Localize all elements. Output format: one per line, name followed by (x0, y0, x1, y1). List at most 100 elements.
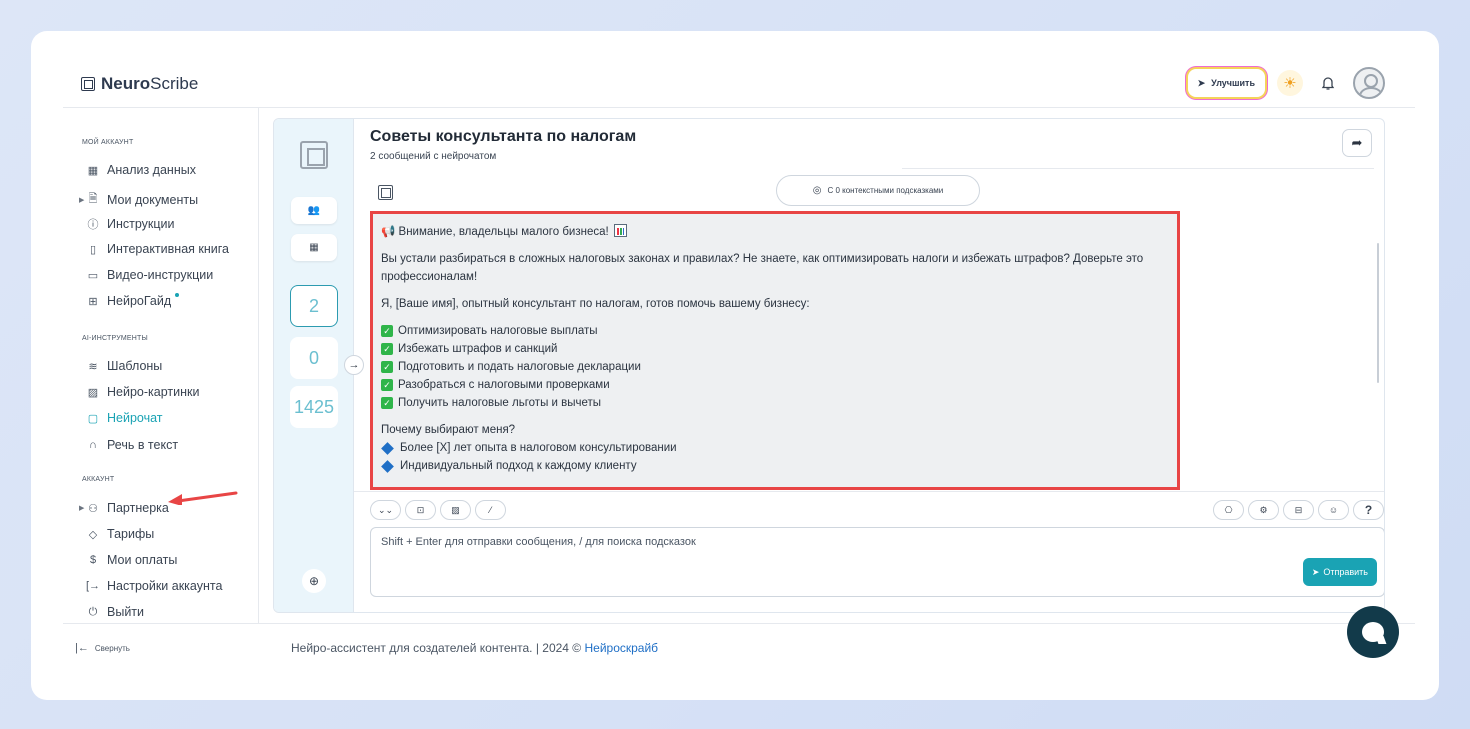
sidebar-item-pricing[interactable]: ◇ Тарифы (86, 527, 154, 541)
help-circle-icon: ⓘ (87, 219, 99, 231)
footer-link[interactable]: Нейроскрайб (584, 641, 658, 655)
sidebar-item-label: Анализ данных (107, 163, 196, 177)
title-divider (902, 168, 1374, 169)
message-input[interactable] (381, 536, 1181, 548)
plugin-icon[interactable]: ⎔ (1213, 500, 1244, 520)
section-ai-tools: AI-ИНСТРУМЕНТЫ (82, 335, 148, 342)
sidebar-item-label: Нейро-картинки (107, 385, 200, 399)
share-icon: ➦ (1351, 135, 1363, 150)
sidebar-item-video-instructions[interactable]: ▭ Видео-инструкции (86, 268, 213, 282)
context-label: С 0 контекстными подсказками (827, 186, 944, 195)
help-icon[interactable]: ? (1353, 500, 1384, 520)
sidebar-item-neurochat[interactable]: ▢ Нейрочат (86, 411, 163, 425)
collapse-down-icon[interactable]: ⌄⌄ (370, 500, 401, 520)
sidebar-item-affiliate[interactable]: ▶ ⚇ Партнерка (79, 501, 169, 515)
image-upload-icon[interactable]: ▨ (440, 500, 471, 520)
sidebar-item-payments[interactable]: $ Мои оплаты (86, 553, 177, 567)
users-rail-button[interactable]: 👥 (291, 197, 337, 224)
zero-count: 0 (290, 337, 338, 379)
share-button[interactable]: ➦ (1342, 129, 1372, 157)
collapse-left-icon: |← (75, 642, 89, 654)
save-icon[interactable]: ⊡ (405, 500, 436, 520)
sidebar-item-label: Настройки аккаунта (107, 579, 223, 593)
bullet-text: Более [X] лет опыта в налоговом консульт… (400, 442, 677, 454)
footer-divider (63, 623, 1415, 624)
sidebar-item-templates[interactable]: ≋ Шаблоны (86, 359, 162, 373)
sidebar-item-label: Интерактивная книга (107, 242, 229, 256)
megaphone-icon: 📢 (381, 226, 396, 238)
grid-icon: ▦ (87, 164, 99, 177)
section-my-account: МОЙ АККАУНТ (82, 139, 134, 146)
new-chat-plus-icon[interactable]: ⊕ (302, 569, 326, 593)
check-item: ✓ Оптимизировать налоговые выплаты (381, 322, 1169, 340)
sidebar-item-label: Мои документы (107, 192, 199, 207)
blue-diamond-icon (381, 459, 394, 473)
upgrade-label: Улучшить (1211, 78, 1255, 88)
layout-icon[interactable]: ⊟ (1283, 500, 1314, 520)
checkmark-icon: ✓ (381, 397, 393, 409)
header-divider (63, 107, 1415, 108)
book-icon: ▯ (89, 243, 97, 256)
sidebar-item-my-documents[interactable]: ▶ 🗎 Мои документы (79, 190, 199, 209)
chat-scrollbar[interactable] (1377, 243, 1379, 383)
context-hints-pill[interactable]: ◎ С 0 контекстными подсказками (776, 175, 980, 206)
logo[interactable]: NeuroScribe (81, 74, 198, 94)
document-icon: 🗎 (88, 193, 98, 205)
robot-icon[interactable]: ☺ (1318, 500, 1349, 520)
upgrade-button[interactable]: ➤ Улучшить (1187, 69, 1265, 97)
sidebar-item-label: Партнерка (107, 501, 169, 515)
sidebar-item-logout[interactable]: ⏻ Выйти (86, 605, 144, 619)
sidebar-item-label: Мои оплаты (107, 553, 178, 567)
settings-login-icon: [→ (86, 580, 101, 592)
palette-icon: ◎ (812, 185, 822, 196)
sidebar-item-speech-to-text[interactable]: ∩ Речь в текст (86, 438, 178, 452)
header-actions: ➤ Улучшить ☀ (1187, 67, 1385, 99)
message-heading: 📢 Внимание, владельцы малого бизнеса! (381, 223, 1169, 241)
guide-icon: ⊞ (88, 295, 98, 308)
magic-wand-icon[interactable]: ⁄ (475, 500, 506, 520)
footer: Нейро-ассистент для создателей контента.… (291, 641, 658, 655)
chat-title: Советы консультанта по налогам (370, 128, 637, 145)
check-text: Разобраться с налоговыми проверками (398, 379, 610, 391)
message-paragraph: Вы устали разбираться в сложных налоговы… (381, 253, 1144, 283)
check-text: Подготовить и подать налоговые деклараци… (398, 361, 641, 373)
sidebar-item-label: Шаблоны (107, 359, 163, 373)
collapse-label: Свернуть (94, 643, 130, 653)
bullet-item: Индивидуальный подход к каждому клиенту (381, 457, 1169, 475)
chat-panel: 👥 ▦ 2 0 1425 ⊕ → Советы консультанта по … (273, 118, 1385, 613)
collapse-sidebar-button[interactable]: |← Свернуть (75, 642, 130, 654)
sidebar-item-label: Видео-инструкции (107, 268, 214, 282)
blue-diamond-icon (381, 441, 394, 455)
user-avatar[interactable] (1353, 67, 1385, 99)
send-button[interactable]: ➤ Отправить (1302, 558, 1377, 586)
chat-icon: ▢ (87, 412, 99, 425)
sidebar-item-account-settings[interactable]: [→ Настройки аккаунта (86, 579, 222, 593)
caret-right-icon: ▶ (79, 505, 85, 512)
app-window: NeuroScribe ➤ Улучшить ☀ МОЙ АККАУНТ ▦ Ан… (31, 31, 1439, 700)
brand-bold: Neuro (101, 74, 151, 93)
theme-toggle-sun-icon[interactable]: ☀ (1277, 70, 1303, 96)
settings-icon[interactable]: ⚙ (1248, 500, 1279, 520)
checkmark-icon: ✓ (381, 343, 393, 355)
check-text: Оптимизировать налоговые выплаты (398, 325, 598, 337)
sidebar-item-neuroguide[interactable]: ⊞ НейроГайд (86, 293, 180, 308)
chat-rail: 👥 ▦ 2 0 1425 ⊕ (274, 119, 354, 612)
users-icon: ⚇ (88, 502, 98, 515)
check-item: ✓ Получить налоговые льготы и вычеты (381, 394, 1169, 412)
expand-arrow-icon[interactable]: → (344, 355, 364, 375)
sidebar-item-neuro-images[interactable]: ▨ Нейро-картинки (86, 385, 200, 399)
sidebar-item-instructions[interactable]: ⓘ Инструкции (86, 216, 175, 232)
support-chat-button[interactable] (1347, 606, 1399, 658)
video-icon: ▭ (87, 269, 99, 282)
grid-rail-button[interactable]: ▦ (291, 234, 337, 261)
chart-emoji-icon (613, 224, 627, 237)
dollar-icon: $ (89, 554, 97, 566)
notification-bell-icon[interactable] (1315, 70, 1341, 96)
message-input-box: ➤ Отправить (370, 527, 1384, 597)
message-paragraph: Я, [Ваше имя], опытный консультант по на… (381, 298, 810, 310)
sidebar-item-data-analysis[interactable]: ▦ Анализ данных (86, 163, 196, 177)
tag-icon: ◇ (88, 528, 98, 541)
message-count[interactable]: 2 (290, 285, 338, 327)
sidebar-item-label: Инструкции (107, 217, 175, 231)
sidebar-item-interactive-book[interactable]: ▯ Интерактивная книга (86, 242, 229, 256)
